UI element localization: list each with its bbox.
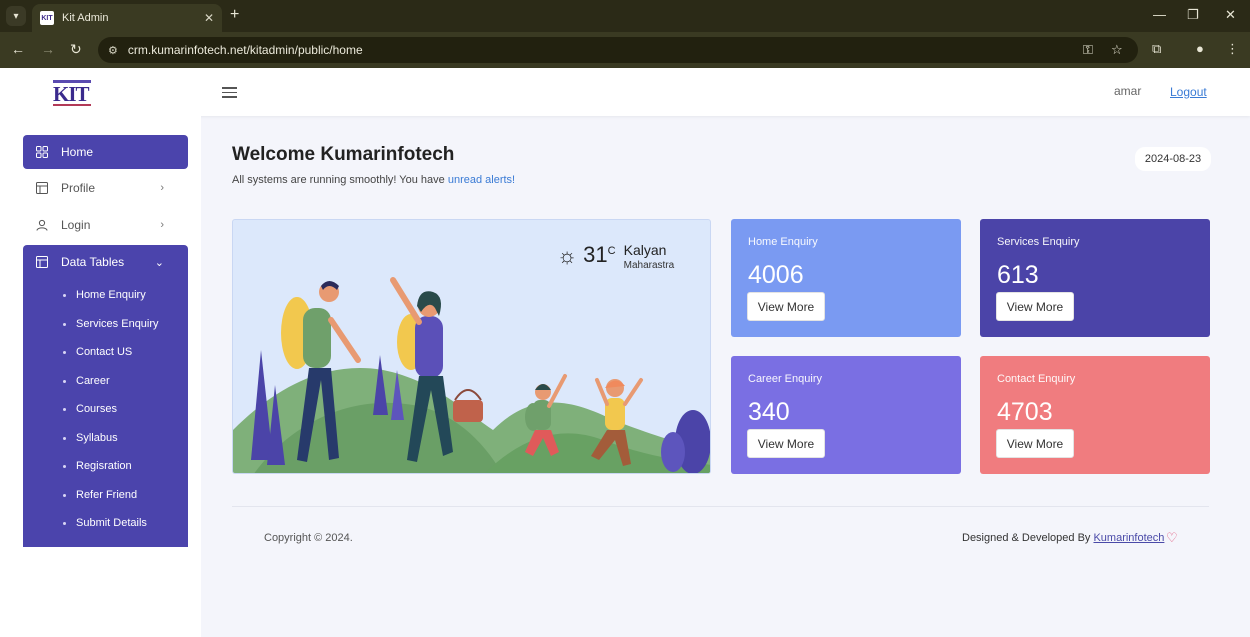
footer-divider bbox=[232, 506, 1209, 507]
hamburger-menu-icon[interactable] bbox=[222, 87, 237, 98]
temperature: 31 bbox=[583, 242, 608, 267]
password-key-icon[interactable]: ⚿ bbox=[1083, 37, 1093, 63]
unread-alerts-link[interactable]: unread alerts! bbox=[448, 174, 515, 186]
sidebar-item-home[interactable]: Home bbox=[23, 135, 188, 169]
logo-stripe-bottom bbox=[53, 104, 91, 106]
sidebar-subitem-courses[interactable]: Courses bbox=[63, 403, 117, 415]
grid-icon bbox=[35, 145, 49, 159]
chevron-right-icon: › bbox=[160, 219, 164, 231]
minimize-icon[interactable]: — bbox=[1153, 7, 1166, 22]
weather-widget: ☼ 31 C Kalyan Maharastra bbox=[557, 242, 674, 271]
tab-close-icon[interactable]: ✕ bbox=[204, 11, 214, 25]
card-count: 4006 bbox=[748, 261, 804, 289]
view-more-button[interactable]: View More bbox=[996, 292, 1074, 321]
sidebar-item-label: Home bbox=[61, 145, 94, 159]
address-bar[interactable]: ⚙ crm.kumarinfotech.net/kitadmin/public/… bbox=[98, 37, 1138, 63]
sidebar-subitem-contact-us[interactable]: Contact US bbox=[63, 346, 132, 358]
sidebar-item-profile[interactable]: Profile › bbox=[23, 171, 188, 205]
sidebar-subitem-syllabus[interactable]: Syllabus bbox=[63, 432, 118, 444]
sidebar-subitem-registration[interactable]: Regisration bbox=[63, 460, 132, 472]
back-icon[interactable]: ← bbox=[11, 41, 25, 57]
sidebar-item-label: Profile bbox=[61, 181, 96, 195]
date-badge: 2024-08-23 bbox=[1135, 147, 1211, 171]
state-name: Maharastra bbox=[623, 260, 675, 271]
sidebar-item-login[interactable]: Login › bbox=[23, 208, 188, 242]
status-text: All systems are running smoothly! You ha… bbox=[232, 174, 448, 186]
sidebar-subitem-services-enquiry[interactable]: Services Enquiry bbox=[63, 318, 159, 330]
card-title: Contact Enquiry bbox=[997, 373, 1076, 385]
kit-logo[interactable]: KIT bbox=[53, 80, 91, 106]
user-name[interactable]: amar bbox=[1114, 84, 1141, 98]
status-message: All systems are running smoothly! You ha… bbox=[232, 174, 515, 186]
sidebar-item-data-tables[interactable]: Data Tables ⌄ bbox=[23, 245, 188, 279]
table-icon bbox=[35, 255, 49, 269]
extensions-icon[interactable]: ⧉ bbox=[1152, 41, 1161, 57]
browser-toolbar: ← → ↻ ⚙ crm.kumarinfotech.net/kitadmin/p… bbox=[0, 32, 1250, 68]
card-title: Career Enquiry bbox=[748, 373, 822, 385]
chevron-down-icon: ⌄ bbox=[154, 256, 164, 269]
designed-by-text: Designed & Developed By bbox=[962, 532, 1094, 544]
sun-icon: ☼ bbox=[557, 243, 578, 268]
sidebar-subitem-submit-details[interactable]: Submit Details bbox=[63, 517, 147, 529]
close-window-icon[interactable]: ✕ bbox=[1225, 7, 1236, 23]
layout-icon bbox=[35, 181, 49, 195]
view-more-button[interactable]: View More bbox=[747, 429, 825, 458]
contact-enquiry-card: Contact Enquiry 4703 View More bbox=[980, 356, 1210, 474]
sidebar-subitem-refer-friend[interactable]: Refer Friend bbox=[63, 489, 137, 501]
sidebar-data-tables: Data Tables ⌄ Home Enquiry Services Enqu… bbox=[23, 245, 188, 547]
restore-icon[interactable]: ❐ bbox=[1187, 7, 1199, 23]
career-enquiry-card: Career Enquiry 340 View More bbox=[731, 356, 961, 474]
menu-dots-icon[interactable]: ⋮ bbox=[1226, 41, 1239, 57]
view-more-button[interactable]: View More bbox=[747, 292, 825, 321]
card-count: 613 bbox=[997, 261, 1039, 289]
sidebar-item-label: Login bbox=[61, 218, 91, 232]
chevron-right-icon: › bbox=[160, 182, 164, 194]
copyright-text: Copyright © 2024. bbox=[264, 532, 353, 544]
kumarinfotech-link[interactable]: Kumarinfotech bbox=[1093, 532, 1164, 544]
url-text: crm.kumarinfotech.net/kitadmin/public/ho… bbox=[127, 43, 363, 57]
card-title: Home Enquiry bbox=[748, 236, 818, 248]
profile-icon[interactable]: ● bbox=[1196, 41, 1204, 56]
browser-tab[interactable]: KIT Kit Admin ✕ bbox=[32, 4, 222, 32]
home-enquiry-card: Home Enquiry 4006 View More bbox=[731, 219, 961, 337]
bookmark-star-icon[interactable]: ☆ bbox=[1111, 37, 1123, 63]
card-title: Services Enquiry bbox=[997, 236, 1080, 248]
browser-tab-bar: ▾ KIT Kit Admin ✕ + — ❐ ✕ bbox=[0, 0, 1250, 32]
site-info-icon[interactable]: ⚙ bbox=[108, 44, 118, 57]
heart-icon: ♡ bbox=[1166, 530, 1178, 545]
user-icon bbox=[35, 218, 49, 232]
tab-search-button[interactable]: ▾ bbox=[6, 6, 26, 26]
weather-banner: ☼ 31 C Kalyan Maharastra bbox=[232, 219, 711, 474]
app-header: KIT amar Logout bbox=[0, 68, 1250, 116]
sidebar-item-label: Data Tables bbox=[61, 255, 125, 269]
card-count: 4703 bbox=[997, 398, 1053, 426]
tab-title: Kit Admin bbox=[62, 12, 109, 24]
favicon-icon: KIT bbox=[40, 11, 54, 25]
services-enquiry-card: Services Enquiry 613 View More bbox=[980, 219, 1210, 337]
sidebar-subitem-career[interactable]: Career bbox=[63, 375, 110, 387]
designed-by: Designed & Developed By Kumarinfotech bbox=[962, 532, 1164, 544]
sidebar-subitem-home-enquiry[interactable]: Home Enquiry bbox=[63, 289, 146, 301]
view-more-button[interactable]: View More bbox=[996, 429, 1074, 458]
new-tab-icon[interactable]: + bbox=[230, 6, 239, 24]
forward-icon[interactable]: → bbox=[41, 41, 55, 57]
card-count: 340 bbox=[748, 398, 790, 426]
page-title: Welcome Kumarinfotech bbox=[232, 144, 455, 165]
city-name: Kalyan bbox=[623, 242, 667, 258]
temperature-unit: C bbox=[607, 245, 616, 257]
logout-link[interactable]: Logout bbox=[1170, 85, 1207, 99]
reload-icon[interactable]: ↻ bbox=[70, 41, 82, 58]
